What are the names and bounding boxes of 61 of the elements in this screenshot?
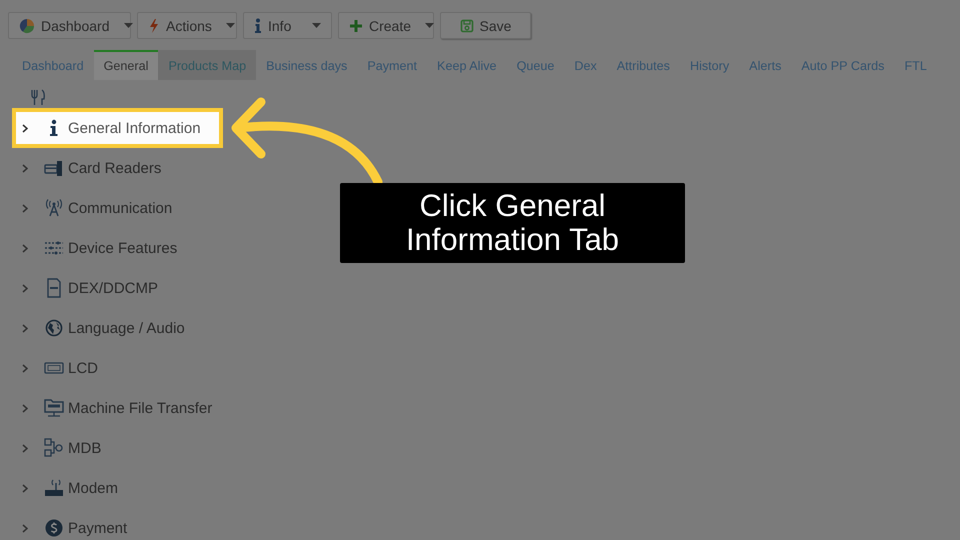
- toolbar-button[interactable]: Save: [440, 12, 531, 39]
- chevron-icon: [22, 244, 28, 252]
- tree-item[interactable]: Device Features: [68, 240, 178, 256]
- pie-chart-icon: [19, 18, 35, 34]
- sliders-icon: [44, 241, 64, 255]
- antenna-icon: [45, 199, 63, 217]
- plus-icon: [349, 18, 363, 32]
- toolbar-button[interactable]: Actions: [137, 12, 237, 39]
- chevron-icon: [22, 204, 28, 212]
- tab[interactable]: Payment: [357, 50, 428, 80]
- card-reader-icon: [44, 160, 64, 176]
- chevron-icon: [22, 324, 28, 332]
- folder-network-icon: [44, 398, 64, 418]
- tab[interactable]: Alerts: [739, 50, 792, 80]
- tab[interactable]: Dashboard: [12, 50, 94, 80]
- tree-item[interactable]: Language / Audio: [68, 320, 185, 336]
- caret-icon: [312, 23, 321, 28]
- tab[interactable]: Dex: [564, 50, 607, 80]
- tab[interactable]: General: [94, 50, 158, 80]
- tree-item[interactable]: General Information: [68, 120, 201, 136]
- dollar-icon: [45, 519, 63, 537]
- caret-icon: [226, 23, 235, 28]
- chevron-icon: [22, 524, 28, 532]
- chevron-icon: [22, 164, 28, 172]
- toolbar-button[interactable]: Dashboard: [8, 12, 131, 39]
- tab[interactable]: Attributes: [606, 50, 680, 80]
- router-icon: [44, 478, 64, 498]
- globe-icon: [45, 319, 63, 337]
- tab[interactable]: Keep Alive: [427, 50, 507, 80]
- tab[interactable]: Auto PP Cards: [791, 50, 894, 80]
- callout-text: Click General Information Tab: [340, 183, 685, 263]
- tree-item[interactable]: LCD: [68, 360, 98, 376]
- chevron-icon: [22, 444, 28, 452]
- toolbar-button[interactable]: Info: [243, 12, 332, 39]
- chevron-icon: [22, 404, 28, 412]
- utensils-icon: [30, 89, 46, 106]
- tree-item[interactable]: Modem: [68, 480, 118, 496]
- diagram-icon: [44, 438, 64, 458]
- tree-item[interactable]: Payment: [68, 520, 128, 536]
- tab[interactable]: Queue: [506, 50, 564, 80]
- tree-item[interactable]: DEX/DDCMP: [68, 280, 158, 296]
- toolbar-button[interactable]: Create: [338, 12, 434, 39]
- tree-item[interactable]: MDB: [68, 440, 102, 456]
- tree-item[interactable]: Card Readers: [68, 160, 162, 176]
- document-icon: [46, 278, 62, 298]
- chevron-icon: [22, 364, 28, 372]
- chevron-icon: [22, 124, 28, 132]
- tab[interactable]: FTL: [894, 50, 937, 80]
- chevron-icon: [22, 284, 28, 292]
- tree-item[interactable]: Communication: [68, 200, 172, 216]
- lightning-icon: [148, 18, 160, 34]
- screen-icon: [44, 362, 64, 374]
- tab[interactable]: History: [680, 50, 740, 80]
- info-icon: [49, 119, 59, 137]
- save-icon: [460, 18, 474, 32]
- tree-item[interactable]: Machine File Transfer: [68, 400, 212, 416]
- info-icon: [254, 18, 262, 34]
- caret-icon: [124, 23, 132, 28]
- chevron-icon: [22, 484, 28, 492]
- tab[interactable]: Business days: [256, 50, 358, 80]
- caret-icon: [425, 23, 434, 28]
